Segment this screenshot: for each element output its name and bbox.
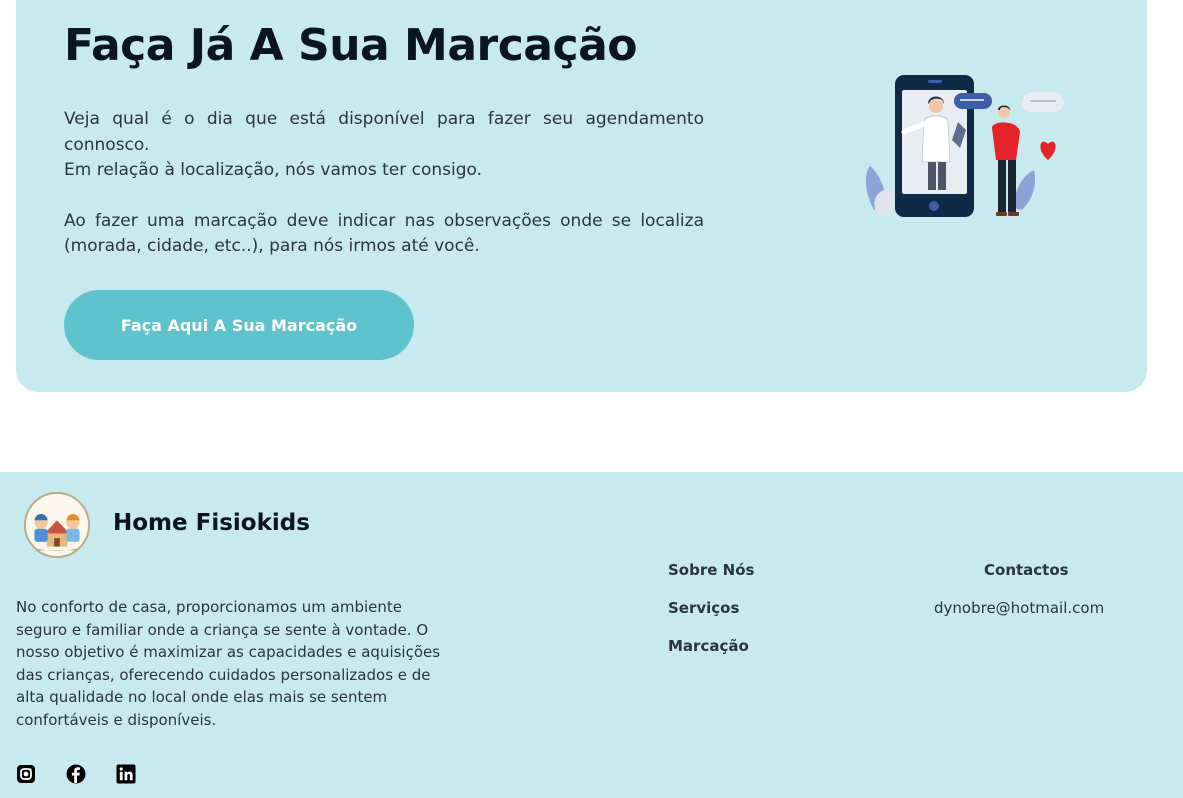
booking-button[interactable]: Faça Aqui A Sua Marcação [64,290,414,360]
cta-title: Faça Já A Sua Marcação [64,20,638,71]
contact-email-link[interactable]: dynobre@hotmail.com [934,599,1104,617]
footer-description: No conforto de casa, proporcionamos um a… [16,598,441,729]
kids-house-logo[interactable] [24,492,90,558]
site-footer: Home Fisiokids No conforto de casa, prop… [0,472,1183,798]
instagram-icon[interactable] [16,764,36,784]
cta-text-availability: Veja qual é o dia que está disponível pa… [64,109,704,155]
cta-text-location: Em relação à localização, nós vamos ter … [64,160,483,180]
brand-name: Home Fisiokids [113,510,310,536]
cta-text-instructions: Ao fazer uma marcação deve indicar nas o… [64,210,704,257]
linkedin-icon[interactable] [116,764,136,784]
footer-link-servicos[interactable]: Serviços [668,599,739,617]
cta-description: Veja qual é o dia que está disponível pa… [64,107,704,260]
facebook-icon[interactable] [66,764,86,784]
footer-link-sobre-nos[interactable]: Sobre Nós [668,561,754,579]
footer-link-marcacao[interactable]: Marcação [668,637,749,655]
contacts-heading: Contactos [984,561,1069,579]
doctor-video-call-illustration [862,70,1067,220]
